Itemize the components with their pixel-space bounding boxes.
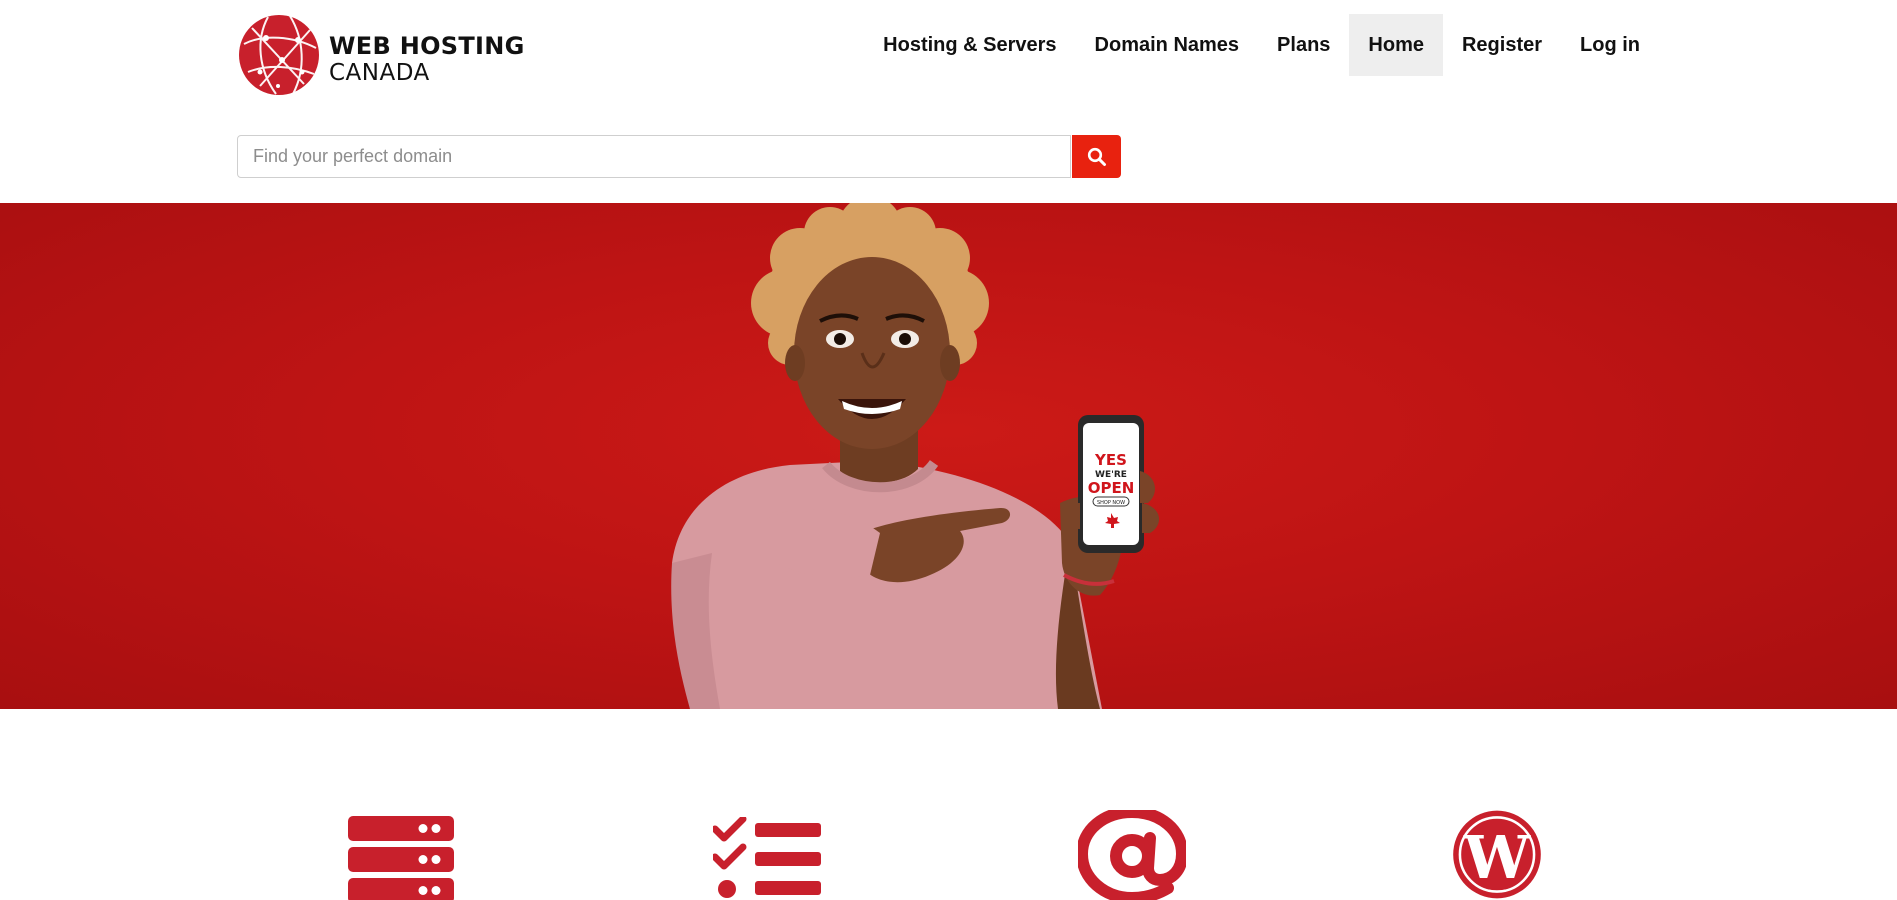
nav-domain-names[interactable]: Domain Names [1076, 14, 1259, 76]
domain-search-form [237, 135, 1121, 178]
server-icon [348, 816, 454, 900]
hero-person-shirt [672, 461, 1102, 709]
phone-shop-now: SHOP NOW [1097, 500, 1125, 506]
logo-text-line1: WEB HOSTING [329, 32, 525, 60]
hero-image: YES WE'RE OPEN SHOP NOW [671, 203, 1160, 709]
site-logo[interactable]: WEB HOSTING CANADA [238, 14, 524, 96]
nav-register[interactable]: Register [1443, 14, 1561, 76]
globe-icon [239, 15, 319, 95]
hero-phone: YES WE'RE OPEN SHOP NOW [1078, 415, 1144, 553]
nav-hosting-servers[interactable]: Hosting & Servers [864, 14, 1075, 76]
domain-search-input[interactable] [237, 135, 1071, 178]
hero-banner: YES WE'RE OPEN SHOP NOW [0, 203, 1897, 709]
search-icon [1087, 147, 1106, 166]
at-sign-icon [1078, 810, 1186, 900]
features-section: W [0, 709, 1897, 900]
site-header: WEB HOSTING CANADA Hosting & Servers Dom… [0, 0, 1897, 203]
main-nav: Hosting & Servers Domain Names Plans Hom… [864, 14, 1659, 76]
hero-person-face [794, 257, 950, 449]
checklist-icon [713, 817, 821, 898]
phone-text-yes: YES [1094, 451, 1127, 469]
svg-text:W: W [1463, 823, 1531, 892]
nav-login[interactable]: Log in [1561, 14, 1659, 76]
nav-home[interactable]: Home [1349, 14, 1443, 76]
nav-plans[interactable]: Plans [1258, 14, 1349, 76]
phone-text-open: OPEN [1088, 479, 1135, 497]
logo-text-line2: CANADA [329, 60, 430, 86]
search-button[interactable] [1072, 135, 1121, 178]
wordpress-icon: W [1453, 810, 1541, 899]
